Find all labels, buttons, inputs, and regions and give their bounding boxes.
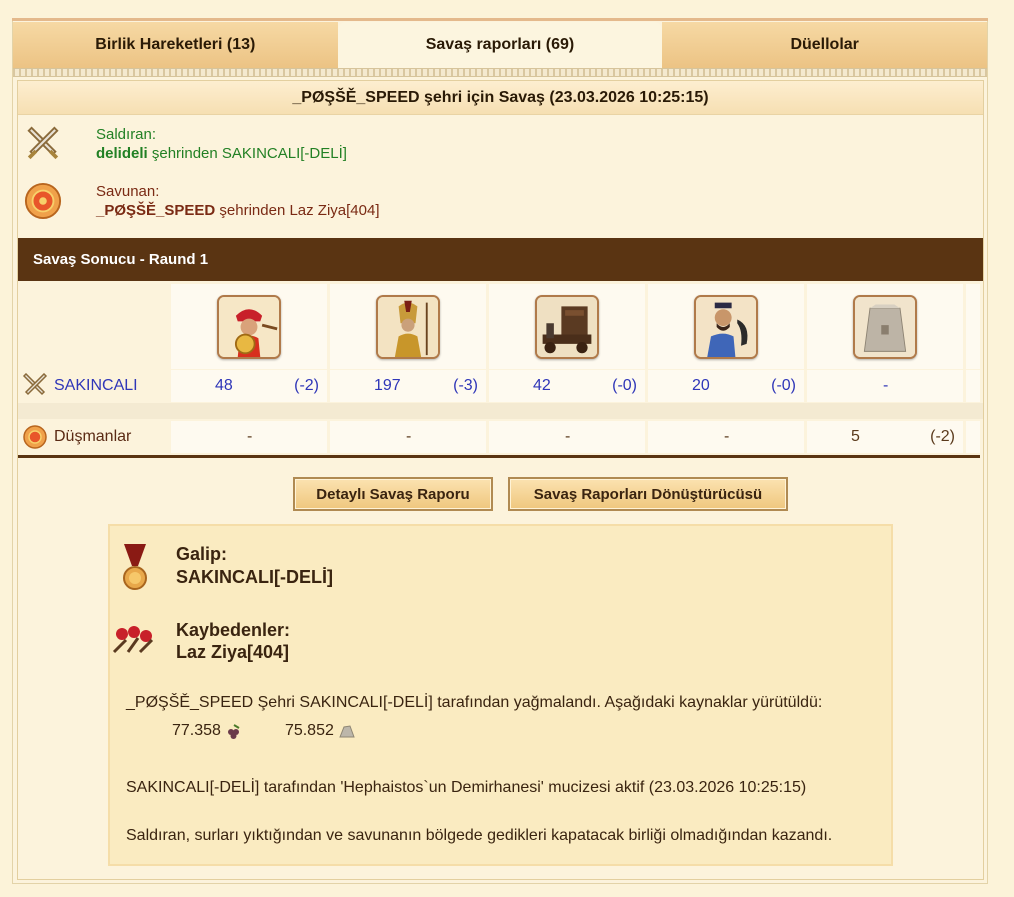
marble-icon — [339, 725, 355, 738]
defender-label: Savunan: — [96, 183, 160, 200]
tab-duels[interactable]: Düellolar — [662, 22, 988, 68]
tab-unit-movements[interactable]: Birlik Hareketleri (13) — [13, 22, 338, 68]
unit-icon-row — [18, 284, 983, 369]
battle-summary: Galip: SAKINCALI[-DELİ] Kaybedenler: Laz… — [108, 524, 893, 866]
wonder-text: SAKINCALI[-DELİ] tarafından 'Hephaistos`… — [126, 779, 807, 796]
loser-name[interactable]: Laz Ziya[404] — [176, 642, 289, 663]
attacker-info: Saldıran: delideli şehrinden SAKINCALI[-… — [24, 125, 347, 163]
losers-label: Kaybedenler: — [176, 620, 291, 640]
unit-count-cell: - — [171, 421, 327, 453]
unit-slot — [171, 284, 327, 369]
plunder-text: _PØŞŠĚ_SPEED Şehri SAKINCALI[-DELİ] tara… — [126, 694, 823, 711]
enemy-name: Düşmanlar — [54, 428, 132, 445]
unit-count-cell: - — [807, 370, 963, 402]
report-title: _PØŞŠĚ_SPEED şehri için Savaş (23.03.202… — [18, 81, 983, 115]
decorative-border — [13, 68, 987, 77]
unit-slot — [807, 284, 963, 369]
defender-info: Savunan: _PØŞŠĚ_SPEED şehrinden Laz Ziya… — [24, 182, 380, 220]
plunder-resources: 77.358 75.852 — [172, 722, 356, 740]
battering-ram-icon[interactable] — [535, 294, 599, 359]
unit-count-cell: - — [648, 421, 804, 453]
enemy-units-row: Düşmanlar - - - - 5 (-2) — [18, 421, 983, 453]
attacker-city-link[interactable]: delideli — [96, 145, 148, 162]
attacker-units-row: SAKINCALI 48 (-2) 197 (-3) 42 (-0) 20 (-0) - — [18, 370, 983, 402]
crossed-swords-icon — [27, 126, 59, 160]
hoplite-unit-icon[interactable] — [217, 294, 281, 359]
defender-player[interactable]: şehrinden Laz Ziya[404] — [215, 202, 379, 219]
detailed-report-button[interactable]: Detaylı Savaş Raporu — [293, 477, 493, 511]
fallen-soldiers-icon — [112, 626, 154, 654]
table-divider — [18, 455, 980, 458]
defender-line: _PØŞŠĚ_SPEED şehrinden Laz Ziya[404] — [96, 201, 380, 220]
battle-result-header: Savaş Sonucu - Raund 1 — [18, 238, 983, 281]
wine-amount: 77.358 — [172, 722, 221, 739]
unit-slot — [489, 284, 645, 369]
attacker-name-link[interactable]: SAKINCALI — [54, 377, 138, 395]
combat-report-panel: _PØŞŠĚ_SPEED şehri için Savaş (23.03.202… — [17, 80, 984, 880]
top-border — [12, 18, 988, 21]
marble-amount: 75.852 — [284, 722, 334, 739]
unit-slot — [330, 284, 486, 369]
archer-unit-icon[interactable] — [694, 294, 758, 359]
unit-count-cell: - — [330, 421, 486, 453]
wine-icon — [227, 724, 240, 739]
attacker-row-label: SAKINCALI — [18, 370, 168, 402]
unit-slot — [648, 284, 804, 369]
shield-icon — [23, 425, 47, 449]
attacker-line: delideli şehrinden SAKINCALI[-DELİ] — [96, 144, 347, 163]
row-spacer — [18, 403, 983, 419]
unit-count-cell: - — [489, 421, 645, 453]
unit-count-cell: 197 (-3) — [330, 370, 486, 402]
unit-count-cell: 42 (-0) — [489, 370, 645, 402]
enemy-row-label: Düşmanlar — [18, 421, 168, 453]
attacker-player[interactable]: şehrinden SAKINCALI[-DELİ] — [148, 145, 347, 162]
shield-icon — [24, 182, 62, 220]
defender-city-link[interactable]: _PØŞŠĚ_SPEED — [96, 202, 215, 219]
wall-icon[interactable] — [853, 294, 917, 359]
crossed-swords-icon — [22, 373, 48, 396]
unit-count-cell: 5 (-2) — [807, 421, 963, 453]
report-converter-button[interactable]: Savaş Raporları Dönüştürücüsü — [508, 477, 788, 511]
unit-count-cell: 20 (-0) — [648, 370, 804, 402]
unit-count-cell: 48 (-2) — [171, 370, 327, 402]
attacker-label: Saldıran: — [96, 126, 157, 143]
tab-bar: Birlik Hareketleri (13) Savaş raporları … — [13, 22, 988, 68]
spartan-unit-icon[interactable] — [376, 294, 440, 359]
medal-icon — [123, 544, 147, 590]
winner-label: Galip: — [176, 544, 228, 564]
winner-name[interactable]: SAKINCALI[-DELİ] — [176, 567, 333, 588]
tab-combat-reports[interactable]: Savaş raporları (69) — [337, 22, 663, 68]
reason-text: Saldıran, surları yıktığından ve savunan… — [126, 827, 833, 844]
